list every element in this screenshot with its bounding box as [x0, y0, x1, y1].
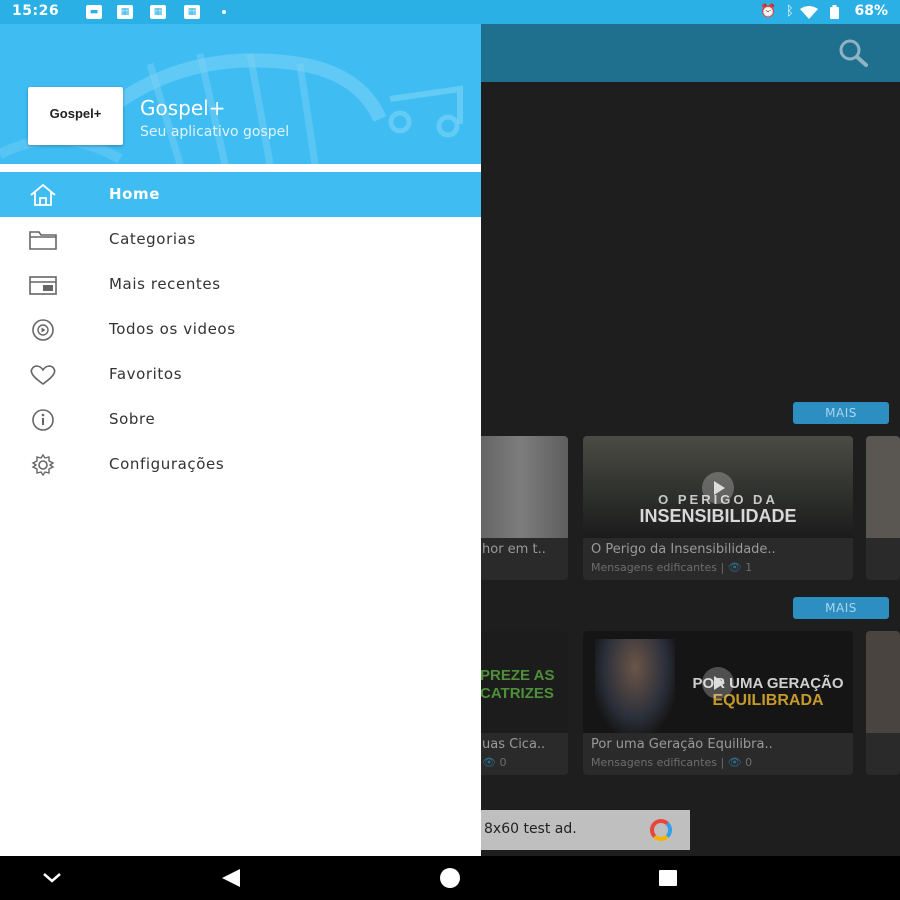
menu-item-label: Configurações — [109, 455, 225, 473]
video-meta: 👁 0 — [482, 756, 506, 769]
home-icon — [30, 183, 56, 206]
video-card-partial[interactable] — [866, 436, 900, 580]
thumbnail-caption: CATRIZES — [480, 685, 554, 702]
alarm-icon: ⏰ — [760, 4, 777, 19]
recent-icon — [29, 276, 57, 295]
video-meta: Mensagens edificantes | 👁 0 — [591, 756, 752, 769]
heart-icon — [30, 365, 56, 385]
video-card-partial[interactable] — [866, 631, 900, 775]
thumbnail-caption: PREZE AS — [480, 667, 555, 684]
video-meta: Mensagens edificantes | 👁 1 — [591, 561, 752, 574]
menu-item-todos-os-videos[interactable]: Todos os videos — [0, 307, 481, 352]
menu-item-label: Todos os videos — [109, 320, 236, 338]
menu-item-mais-recentes[interactable]: Mais recentes — [0, 262, 481, 307]
menu-item-label: Favoritos — [109, 365, 183, 383]
back-icon[interactable] — [200, 856, 260, 900]
home-button-icon[interactable] — [420, 856, 480, 900]
status-time: 15:26 — [12, 3, 60, 19]
menu-item-label: Mais recentes — [109, 275, 221, 293]
menu-item-categorias[interactable]: Categorias — [0, 217, 481, 262]
status-bar: 15:26 ▬ ▦ ▦ ▦ ⏰ ᛒ 68% — [0, 0, 900, 24]
video-thumbnail — [866, 436, 900, 538]
app-subtitle: Seu aplicativo gospel — [140, 124, 290, 140]
video-card[interactable]: POR UMA GERAÇÃO EQUILIBRADA Por uma Gera… — [583, 631, 853, 775]
navigation-drawer: Gospel+ Gospel+ Seu aplicativo gospel Ho… — [0, 24, 481, 856]
app-logo-text: Gospel+ — [49, 106, 102, 121]
notification-icon: ▬ — [86, 5, 102, 19]
view-count: 1 — [745, 561, 753, 574]
view-count: 0 — [499, 756, 507, 769]
eye-icon: 👁 — [482, 756, 496, 769]
drawer-header: Gospel+ Gospel+ Seu aplicativo gospel — [0, 24, 481, 164]
menu-item-label: Categorias — [109, 230, 196, 248]
info-icon — [32, 409, 54, 431]
video-thumbnail: POR UMA GERAÇÃO EQUILIBRADA — [583, 631, 853, 733]
video-thumbnail — [866, 631, 900, 733]
menu-item-sobre[interactable]: Sobre — [0, 397, 481, 442]
gear-icon — [31, 453, 55, 477]
search-icon[interactable] — [838, 38, 868, 68]
menu-item-label: Home — [109, 185, 161, 203]
video-icon — [32, 319, 54, 341]
video-card[interactable]: O PERIGO DA INSENSIBILIDADE O Perigo da … — [583, 436, 853, 580]
ad-text: 8x60 test ad. — [484, 821, 577, 837]
recents-icon[interactable] — [638, 856, 698, 900]
system-navigation-bar — [0, 856, 900, 900]
eye-icon: 👁 — [727, 756, 742, 769]
play-icon[interactable] — [702, 667, 734, 699]
view-count: 0 — [745, 756, 753, 769]
video-title: uas Cica.. — [482, 737, 546, 752]
notification-dot-icon — [222, 10, 226, 14]
battery-percentage: 68% — [854, 3, 888, 19]
notification-app-icon: ▦ — [150, 5, 166, 19]
chevron-down-icon[interactable] — [22, 856, 82, 900]
battery-icon — [830, 5, 839, 19]
bluetooth-icon: ᛒ — [786, 4, 794, 19]
video-title: hor em t.. — [482, 542, 546, 557]
thumbnail-caption: INSENSIBILIDADE — [639, 506, 797, 526]
menu-item-home[interactable]: Home — [0, 172, 481, 217]
notification-app-icon: ▦ — [184, 5, 200, 19]
speaker-photo — [595, 639, 675, 733]
ad-logo-icon — [650, 819, 672, 841]
notification-app-icon: ▦ — [117, 5, 133, 19]
wifi-icon — [800, 6, 818, 19]
app-logo: Gospel+ — [28, 87, 123, 145]
video-title: O Perigo da Insensibilidade.. — [591, 542, 776, 557]
menu-item-favoritos[interactable]: Favoritos — [0, 352, 481, 397]
ad-banner[interactable]: 8x60 test ad. — [480, 810, 690, 850]
video-channel: Mensagens edificantes | — [591, 561, 725, 574]
video-channel: Mensagens edificantes | — [591, 756, 725, 769]
video-thumbnail: O PERIGO DA INSENSIBILIDADE — [583, 436, 853, 538]
video-title: Por uma Geração Equilibra.. — [591, 737, 773, 752]
more-button[interactable]: MAIS — [793, 597, 889, 619]
play-icon[interactable] — [702, 472, 734, 504]
menu-item-label: Sobre — [109, 410, 156, 428]
more-button[interactable]: MAIS — [793, 402, 889, 424]
folder-icon — [29, 231, 57, 250]
menu-item-configuracoes[interactable]: Configurações — [0, 442, 481, 487]
eye-icon: 👁 — [727, 561, 742, 574]
app-title: Gospel+ — [140, 96, 226, 120]
